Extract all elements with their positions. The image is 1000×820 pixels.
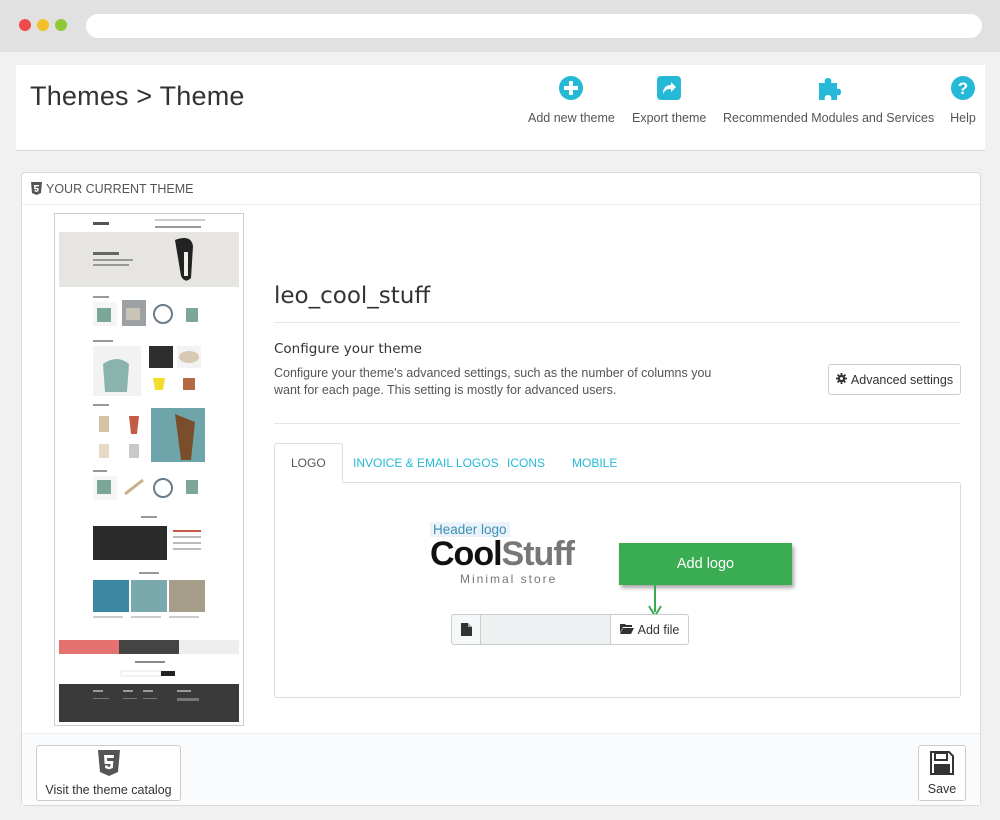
file-upload-group: Add file — [451, 614, 689, 645]
panel-heading-label: Your current theme — [46, 181, 194, 196]
window-close-dot[interactable] — [19, 19, 31, 31]
save-icon — [930, 750, 954, 778]
divider — [274, 322, 960, 323]
store-logo: CoolStuff — [430, 535, 575, 574]
add-file-label: Add file — [637, 622, 680, 637]
panel-heading: Your current theme — [22, 173, 980, 205]
configure-description: Configure your theme's advanced settings… — [274, 366, 712, 397]
arrow-down-icon — [648, 584, 662, 618]
tab-mobile[interactable]: Mobile — [572, 443, 617, 483]
theme-preview-image — [54, 213, 244, 726]
tab-logo[interactable]: Logo — [274, 443, 343, 483]
window-maximize-dot[interactable] — [55, 19, 67, 31]
current-theme-panel: Your current theme — [21, 172, 981, 806]
html5-icon — [31, 182, 42, 195]
visit-theme-catalog-label: Visit the theme catalog — [45, 782, 172, 797]
help-label: Help — [950, 111, 976, 125]
save-button[interactable]: Save — [918, 745, 966, 801]
page-title: Themes > Theme — [30, 81, 245, 111]
divider — [274, 423, 960, 424]
visit-theme-catalog-button[interactable]: Visit the theme catalog — [36, 745, 181, 801]
recommended-modules-label: Recommended Modules and Services — [723, 111, 935, 125]
window-minimize-dot[interactable] — [37, 19, 49, 31]
svg-text:?: ? — [958, 79, 968, 98]
gear-icon — [835, 372, 847, 387]
file-icon — [451, 614, 481, 645]
help-icon: ? — [948, 73, 978, 103]
theme-name: leo_cool_stuff — [274, 283, 431, 309]
tab-bar: Logo Invoice & Email Logos Icons Mobile — [274, 443, 961, 483]
panel-footer: Visit the theme catalog Save — [22, 733, 980, 805]
page-header: Themes > Theme Add new theme Export them… — [16, 65, 985, 151]
export-theme-button[interactable]: Export theme — [632, 73, 706, 125]
export-theme-label: Export theme — [632, 111, 707, 125]
tab-invoice-email-logos[interactable]: Invoice & Email Logos — [353, 443, 499, 483]
page-content: Themes > Theme Add new theme Export them… — [0, 52, 1000, 820]
logo-word-2: Stuff — [501, 535, 575, 573]
help-button[interactable]: ? Help — [948, 73, 978, 125]
add-file-button[interactable]: Add file — [611, 614, 689, 645]
plus-circle-icon — [556, 73, 586, 103]
logo-word-1: Cool — [430, 535, 503, 573]
add-new-theme-button[interactable]: Add new theme — [528, 73, 615, 125]
folder-open-icon — [619, 623, 634, 637]
file-name-input[interactable] — [481, 614, 611, 645]
save-label: Save — [927, 781, 957, 796]
html5-icon — [97, 749, 120, 779]
logo-tagline: Minimal store — [460, 572, 558, 586]
advanced-settings-label: Advanced settings — [850, 372, 954, 387]
browser-chrome — [0, 0, 1000, 52]
add-logo-callout: Add logo — [619, 543, 792, 585]
recommended-modules-button[interactable]: Recommended Modules and Services — [723, 73, 934, 125]
advanced-settings-button[interactable]: Advanced settings — [828, 364, 961, 395]
logo-tab-content: Header logo CoolStuff Minimal store Add … — [274, 482, 961, 698]
add-new-theme-label: Add new theme — [528, 111, 615, 125]
tab-icons[interactable]: Icons — [507, 443, 545, 483]
puzzle-icon — [814, 73, 844, 103]
export-icon — [654, 73, 684, 103]
configure-title: Configure your theme — [274, 341, 422, 357]
address-bar[interactable] — [86, 14, 982, 38]
